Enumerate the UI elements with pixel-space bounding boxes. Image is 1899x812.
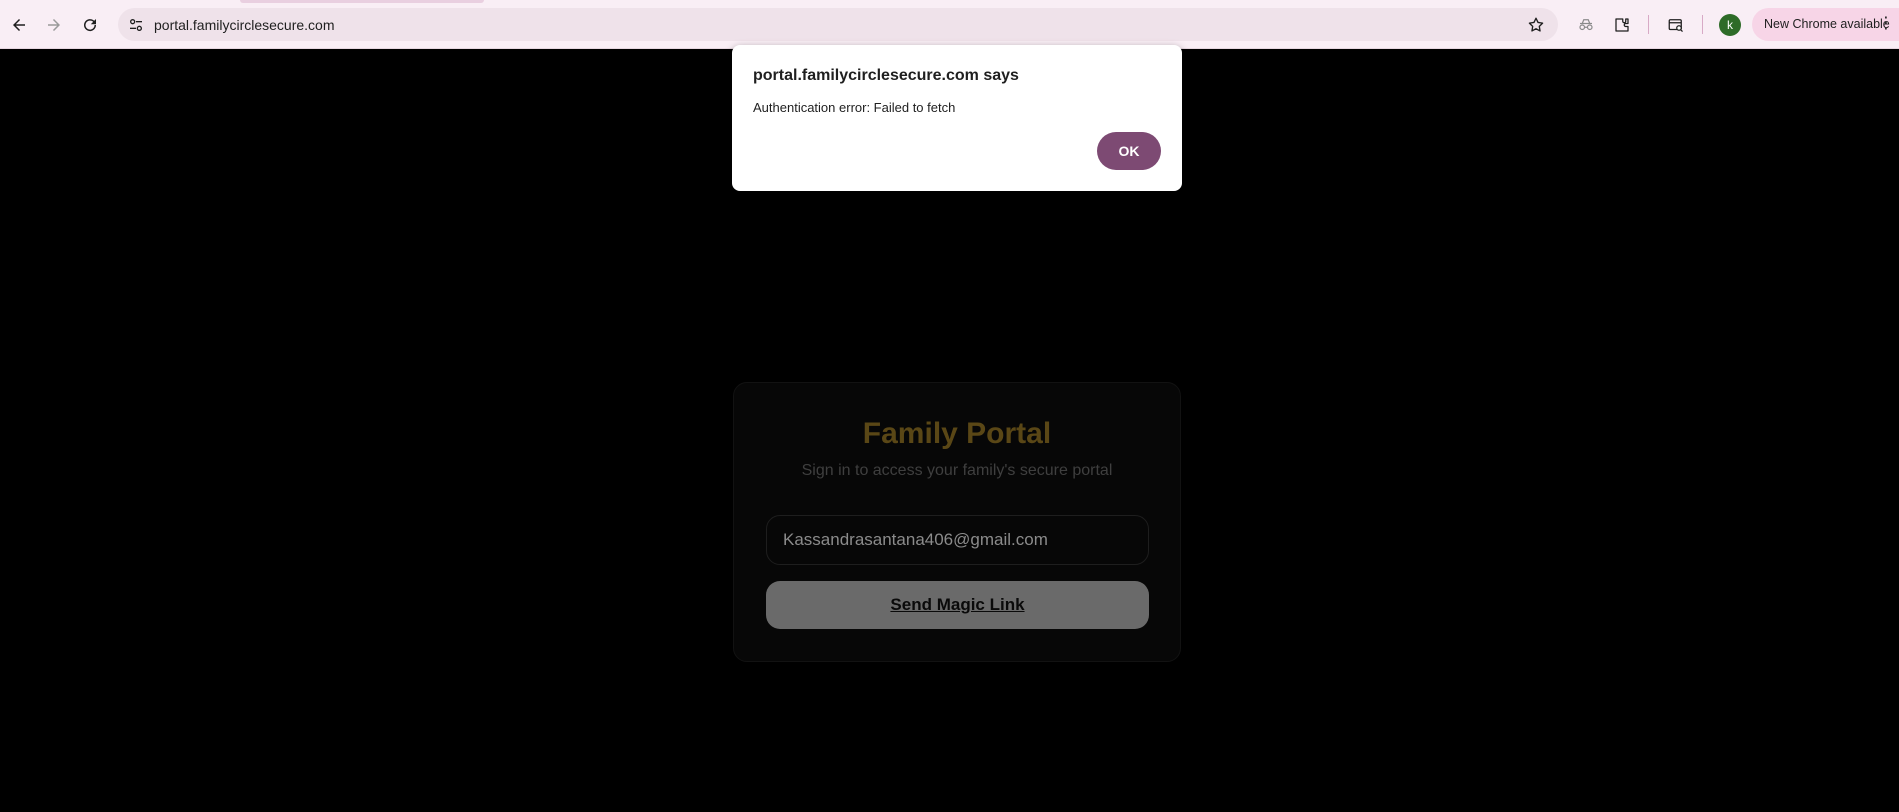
active-tab-indicator [240,0,484,3]
browser-toolbar: portal.familycirclesecure.com k New Chro… [0,0,1899,49]
toolbar-divider [1702,15,1703,34]
update-chrome-button[interactable]: New Chrome available ⋮ [1752,8,1899,41]
update-label: New Chrome available [1764,17,1890,31]
tab-search-icon[interactable] [1665,14,1687,36]
url-text[interactable]: portal.familycirclesecure.com [154,16,335,34]
extensions-icon[interactable] [1611,14,1633,36]
reload-icon [84,19,97,32]
incognito-icon[interactable] [1575,14,1597,36]
reload-button[interactable] [75,10,105,40]
send-magic-link-button[interactable]: Send Magic Link [766,581,1149,629]
login-card: Family Portal Sign in to access your fam… [733,382,1181,662]
toolbar-divider [1648,15,1649,34]
site-settings-icon[interactable] [126,15,146,35]
page-title: Family Portal [862,417,1052,450]
dialog-title: portal.familycirclesecure.com says [753,67,1019,84]
forward-button[interactable] [39,10,69,40]
menu-dots-icon[interactable]: ⋮ [1878,16,1894,32]
profile-avatar[interactable]: k [1719,14,1741,36]
ok-button[interactable]: OK [1097,132,1161,170]
bookmark-star-icon[interactable] [1526,15,1546,35]
back-button[interactable] [4,10,34,40]
forward-icon [48,19,60,31]
page-subtitle: Sign in to access your family's secure p… [801,462,1113,479]
address-bar[interactable]: portal.familycirclesecure.com [118,8,1558,41]
alert-dialog: portal.familycirclesecure.com says Authe… [732,45,1182,191]
email-field[interactable] [766,515,1149,565]
back-icon [13,19,25,31]
dialog-message: Authentication error: Failed to fetch [753,100,956,115]
